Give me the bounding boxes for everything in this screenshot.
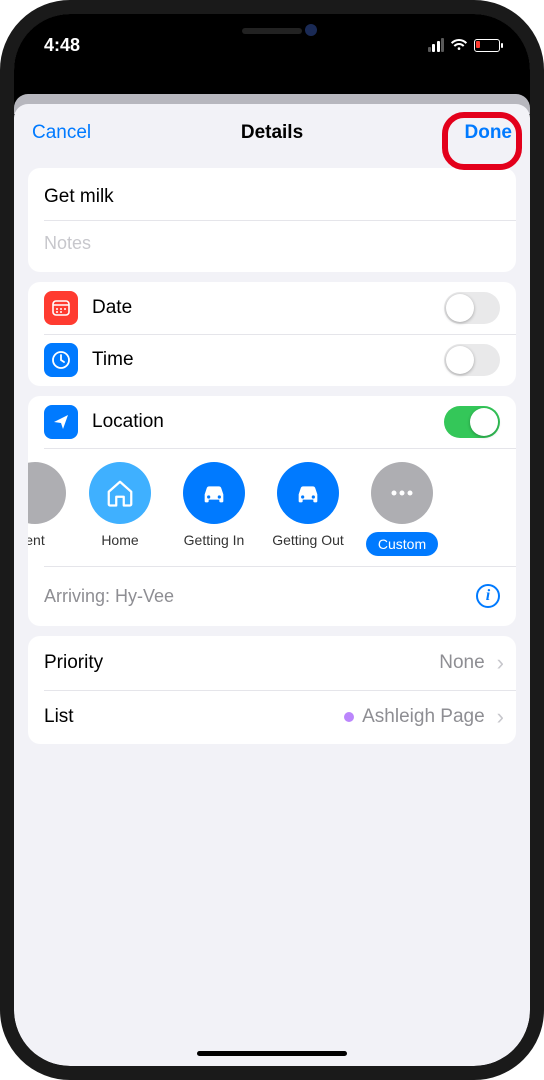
chevron-right-icon: › bbox=[497, 650, 504, 676]
ellipsis-icon bbox=[371, 462, 433, 524]
location-toggle[interactable] bbox=[444, 406, 500, 438]
home-icon bbox=[89, 462, 151, 524]
chevron-right-icon: › bbox=[497, 704, 504, 730]
time-toggle[interactable] bbox=[444, 344, 500, 376]
cellular-icon bbox=[428, 38, 445, 52]
chip-label-getin: Getting In bbox=[184, 532, 245, 548]
car-icon bbox=[183, 462, 245, 524]
time-label: Time bbox=[92, 349, 444, 371]
notes-placeholder: Notes bbox=[44, 221, 91, 272]
reminder-title-input[interactable] bbox=[44, 170, 500, 218]
location-arrow-icon bbox=[44, 405, 78, 439]
title-row[interactable] bbox=[28, 168, 516, 220]
title-notes-group: Notes bbox=[28, 168, 516, 272]
list-value: Ashleigh Page › bbox=[344, 704, 504, 730]
chip-label-home: Home bbox=[101, 532, 138, 548]
clock-icon bbox=[44, 343, 78, 377]
priority-list-group: Priority None › List Ashleigh Page › bbox=[28, 636, 516, 744]
home-indicator[interactable] bbox=[197, 1051, 347, 1056]
list-row[interactable]: List Ashleigh Page › bbox=[28, 690, 516, 744]
nav-bar: Cancel Details Done bbox=[14, 104, 530, 158]
priority-row[interactable]: Priority None › bbox=[28, 636, 516, 690]
list-color-dot bbox=[344, 712, 354, 722]
datetime-group: Date Time bbox=[28, 282, 516, 386]
location-group: Location ent Home bbox=[28, 396, 516, 626]
page-title: Details bbox=[14, 122, 530, 144]
location-chip-current[interactable]: ent bbox=[28, 462, 66, 548]
location-row[interactable]: Location bbox=[28, 396, 516, 448]
device-notch bbox=[162, 14, 382, 48]
wifi-icon bbox=[450, 38, 468, 52]
time-row[interactable]: Time bbox=[28, 334, 516, 386]
date-row[interactable]: Date bbox=[28, 282, 516, 334]
date-toggle[interactable] bbox=[444, 292, 500, 324]
cancel-button[interactable]: Cancel bbox=[32, 122, 91, 144]
priority-value: None › bbox=[439, 650, 504, 676]
location-chip-home[interactable]: Home bbox=[80, 462, 160, 548]
status-time: 4:48 bbox=[44, 35, 80, 56]
location-chips-scroll[interactable]: ent Home Getting In bbox=[28, 448, 516, 566]
list-label: List bbox=[44, 706, 344, 728]
info-icon[interactable]: i bbox=[476, 584, 500, 608]
chip-label-getout: Getting Out bbox=[272, 532, 344, 548]
arriving-text: Arriving: Hy-Vee bbox=[44, 586, 174, 607]
details-sheet: Cancel Details Done Notes Date bbox=[14, 104, 530, 1066]
location-chip-getting-in[interactable]: Getting In bbox=[174, 462, 254, 548]
chip-label-partial: ent bbox=[28, 532, 45, 548]
calendar-icon bbox=[44, 291, 78, 325]
notes-row[interactable]: Notes bbox=[28, 220, 516, 272]
date-label: Date bbox=[92, 297, 444, 319]
battery-icon bbox=[474, 39, 500, 52]
car-icon bbox=[277, 462, 339, 524]
location-chip-custom[interactable]: Custom bbox=[362, 462, 442, 556]
priority-label: Priority bbox=[44, 652, 439, 674]
done-button[interactable]: Done bbox=[465, 122, 513, 144]
location-label: Location bbox=[92, 411, 444, 433]
chip-label-custom: Custom bbox=[366, 532, 438, 556]
arriving-row[interactable]: Arriving: Hy-Vee i bbox=[28, 566, 516, 626]
location-chip-getting-out[interactable]: Getting Out bbox=[268, 462, 348, 548]
